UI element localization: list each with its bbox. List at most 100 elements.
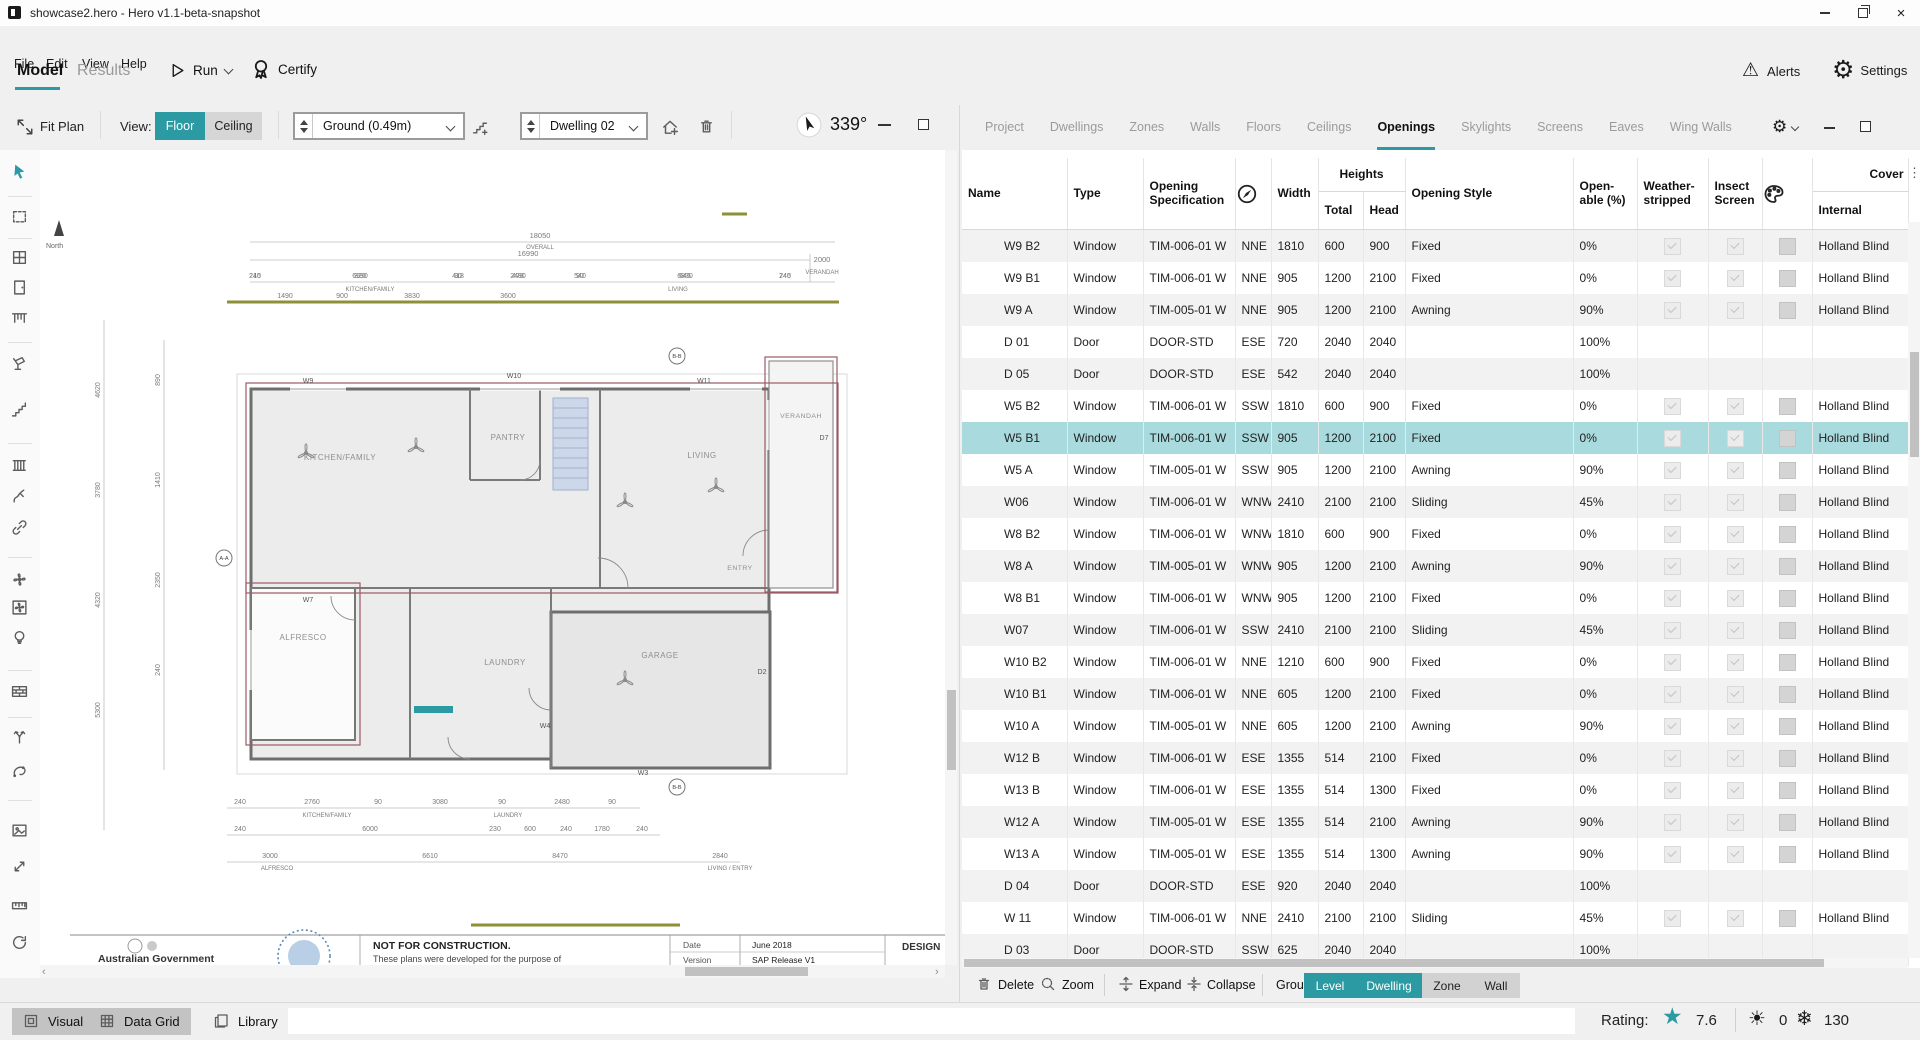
expand-button[interactable]: Expand <box>1139 978 1181 992</box>
table-row[interactable]: W9 B2 Window TIM-006-01 W NNE 1810 600 900 Fixe… <box>962 229 1909 262</box>
fan-tool[interactable] <box>11 571 29 589</box>
color-swatch[interactable] <box>1778 301 1796 319</box>
weatherstripped-checkbox[interactable] <box>1664 813 1682 831</box>
table-row[interactable]: W12 A Window TIM-005-01 W ESE 1355 514 2100 Awn… <box>962 806 1909 838</box>
panel-splitter[interactable] <box>959 105 960 1002</box>
grid-tab-skylights[interactable]: Skylights <box>1461 107 1511 150</box>
expand-icon[interactable] <box>1118 976 1136 994</box>
weatherstripped-checkbox[interactable] <box>1664 237 1682 255</box>
weatherstripped-checkbox[interactable] <box>1664 685 1682 703</box>
insect-checkbox[interactable] <box>1726 525 1744 543</box>
grid-hscroll-thumb[interactable] <box>964 959 1824 967</box>
column-header-name[interactable]: Name <box>962 158 1068 230</box>
color-swatch[interactable] <box>1778 237 1796 255</box>
group-by-dwelling-button[interactable]: Dwelling <box>1356 973 1422 998</box>
reset-view-tool[interactable] <box>11 934 29 952</box>
color-swatch[interactable] <box>1778 845 1796 863</box>
grid-tab-walls[interactable]: Walls <box>1190 107 1220 150</box>
fit-plan-icon[interactable] <box>16 118 34 136</box>
weatherstripped-checkbox[interactable] <box>1664 845 1682 863</box>
column-header-head[interactable]: Head <box>1363 191 1406 230</box>
zone-tool[interactable] <box>11 208 29 226</box>
insect-checkbox[interactable] <box>1726 397 1744 415</box>
left-panel-maximize-button[interactable] <box>918 119 929 130</box>
insect-checkbox[interactable] <box>1726 237 1744 255</box>
north-rotation-icon[interactable] <box>796 112 822 138</box>
insect-checkbox[interactable] <box>1726 909 1744 927</box>
select-tool[interactable] <box>11 163 29 181</box>
weatherstripped-checkbox[interactable] <box>1664 781 1682 799</box>
grid-tab-project[interactable]: Project <box>985 107 1024 150</box>
delete-rows-button[interactable]: Delete <box>998 978 1034 992</box>
weatherstripped-checkbox[interactable] <box>1664 589 1682 607</box>
column-header-openable[interactable]: Open- able (%) <box>1573 158 1638 230</box>
weatherstripped-checkbox[interactable] <box>1664 557 1682 575</box>
window-close-button[interactable]: × <box>1882 0 1920 26</box>
color-swatch[interactable] <box>1778 781 1796 799</box>
table-row[interactable]: W8 A Window TIM-005-01 W WNW 905 1200 2100 Awni… <box>962 550 1909 582</box>
weatherstripped-checkbox[interactable] <box>1664 429 1682 447</box>
column-header-width[interactable]: Width <box>1271 158 1319 230</box>
run-dropdown-icon[interactable] <box>223 64 234 74</box>
table-row[interactable]: W06 Window TIM-006-01 W WNW 2410 2100 2100 Slid… <box>962 486 1909 518</box>
table-row[interactable]: W13 A Window TIM-005-01 W ESE 1355 514 1300 Awn… <box>962 838 1909 870</box>
add-dwelling-icon[interactable] <box>661 118 679 136</box>
insect-checkbox[interactable] <box>1726 749 1744 767</box>
shade-tool[interactable] <box>11 309 29 327</box>
group-by-wall-button[interactable]: Wall <box>1472 973 1520 998</box>
grid-panel-minimize-button[interactable] <box>1824 127 1835 129</box>
exhaust-fan-tool[interactable] <box>11 599 29 617</box>
view-ceiling-button[interactable]: Ceiling <box>205 112 262 140</box>
scroll-right-icon[interactable]: › <box>935 966 939 978</box>
hose-tool[interactable] <box>11 488 29 506</box>
color-swatch[interactable] <box>1778 685 1796 703</box>
color-swatch[interactable] <box>1778 717 1796 735</box>
table-row[interactable]: W8 B1 Window TIM-006-01 W WNW 905 1200 2100 Fix… <box>962 582 1909 614</box>
insect-checkbox[interactable] <box>1726 781 1744 799</box>
collapse-button[interactable]: Collapse <box>1207 978 1256 992</box>
table-row[interactable]: D 04 Door DOOR-STD ESE 920 2040 2040 100% <box>962 870 1909 902</box>
table-row[interactable]: D 05 Door DOOR-STD ESE 542 2040 2040 100% <box>962 358 1909 390</box>
tab-model[interactable]: Model <box>17 62 63 80</box>
color-swatch[interactable] <box>1778 493 1796 511</box>
table-row[interactable]: D 01 Door DOOR-STD ESE 720 2040 2040 100% <box>962 326 1909 358</box>
column-header-weatherstripped[interactable]: Weather- stripped <box>1637 158 1709 230</box>
grid-tab-openings[interactable]: Openings <box>1377 107 1436 150</box>
window-tool[interactable] <box>11 249 29 267</box>
grid-tab-ceilings[interactable]: Ceilings <box>1307 107 1351 150</box>
weatherstripped-checkbox[interactable] <box>1664 493 1682 511</box>
insect-checkbox[interactable] <box>1726 461 1744 479</box>
weatherstripped-checkbox[interactable] <box>1664 397 1682 415</box>
left-panel-minimize-button[interactable] <box>878 124 891 126</box>
weatherstripped-checkbox[interactable] <box>1664 461 1682 479</box>
grid-tab-screens[interactable]: Screens <box>1537 107 1583 150</box>
column-header-internal[interactable]: Internal <box>1812 191 1909 230</box>
color-swatch[interactable] <box>1778 909 1796 927</box>
visual-toggle-button[interactable]: Visual <box>12 1008 95 1035</box>
grid-vscroll-thumb[interactable] <box>1909 352 1919 457</box>
column-header-type[interactable]: Type <box>1067 158 1144 230</box>
grid-vertical-scrollbar[interactable] <box>1908 222 1920 958</box>
insect-checkbox[interactable] <box>1726 589 1744 607</box>
table-row[interactable]: W12 B Window TIM-006-01 W ESE 1355 514 2100 Fix… <box>962 742 1909 774</box>
dwelling-stepper[interactable] <box>522 114 540 138</box>
weatherstripped-checkbox[interactable] <box>1664 301 1682 319</box>
insect-checkbox[interactable] <box>1726 685 1744 703</box>
color-swatch[interactable] <box>1778 429 1796 447</box>
spray-tool[interactable] <box>11 355 29 373</box>
plan-vscroll-thumb[interactable] <box>946 690 956 770</box>
insect-checkbox[interactable] <box>1726 621 1744 639</box>
plan-vertical-scrollbar[interactable] <box>945 150 957 965</box>
light-tool[interactable] <box>11 629 29 647</box>
column-header-total[interactable]: Total <box>1318 191 1364 230</box>
insect-checkbox[interactable] <box>1726 845 1744 863</box>
collapse-icon[interactable] <box>1186 976 1204 994</box>
door-tool[interactable] <box>11 279 29 297</box>
weatherstripped-checkbox[interactable] <box>1664 269 1682 287</box>
color-swatch[interactable] <box>1778 749 1796 767</box>
color-swatch[interactable] <box>1778 525 1796 543</box>
grid-settings-button[interactable]: ⚙ <box>1772 117 1800 137</box>
column-options-icon[interactable]: ⋮ <box>1908 165 1920 181</box>
insect-checkbox[interactable] <box>1726 301 1744 319</box>
group-by-zone-button[interactable]: Zone <box>1422 973 1472 998</box>
